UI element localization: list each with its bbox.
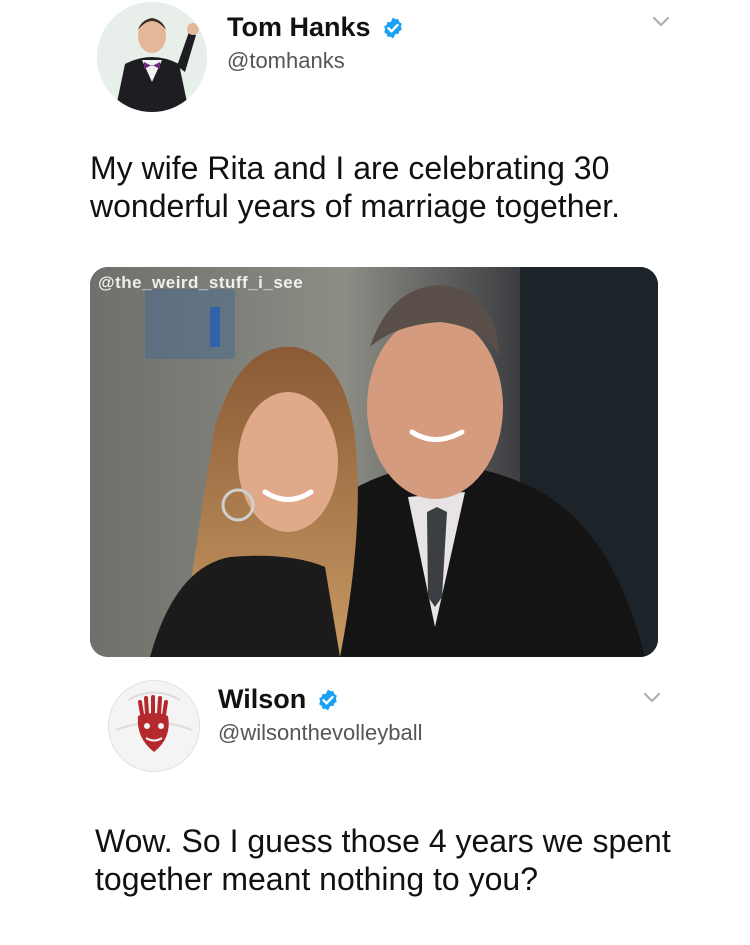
avatar[interactable]: [108, 680, 200, 772]
media-watermark: @the_weird_stuff_i_see: [98, 273, 304, 292]
tweet-media-photo[interactable]: @the_weird_stuff_i_see: [90, 267, 658, 657]
photo-couple-image: [90, 267, 658, 657]
verified-badge-icon: [383, 17, 402, 38]
tweet-wilson: Wilson @wilsonthevolleyball Wow. So I gu…: [0, 660, 750, 945]
user-handle[interactable]: @wilsonthevolleyball: [218, 720, 423, 746]
verified-badge-icon: [319, 689, 338, 710]
user-handle[interactable]: @tomhanks: [227, 48, 345, 74]
chevron-down-icon[interactable]: [650, 10, 672, 32]
avatar-photo-icon: [97, 2, 207, 112]
display-name[interactable]: Tom Hanks: [227, 12, 371, 43]
volleyball-avatar-icon: [109, 681, 199, 771]
display-name[interactable]: Wilson: [218, 684, 306, 715]
chevron-down-icon[interactable]: [641, 686, 663, 708]
avatar[interactable]: [97, 2, 207, 112]
tweet-text: My wife Rita and I are celebrating 30 wo…: [90, 150, 621, 224]
tweet-text: Wow. So I guess those 4 years we spent t…: [95, 823, 671, 897]
tweet-tom-hanks: Tom Hanks @tomhanks My wife Rita and I a…: [0, 0, 750, 660]
